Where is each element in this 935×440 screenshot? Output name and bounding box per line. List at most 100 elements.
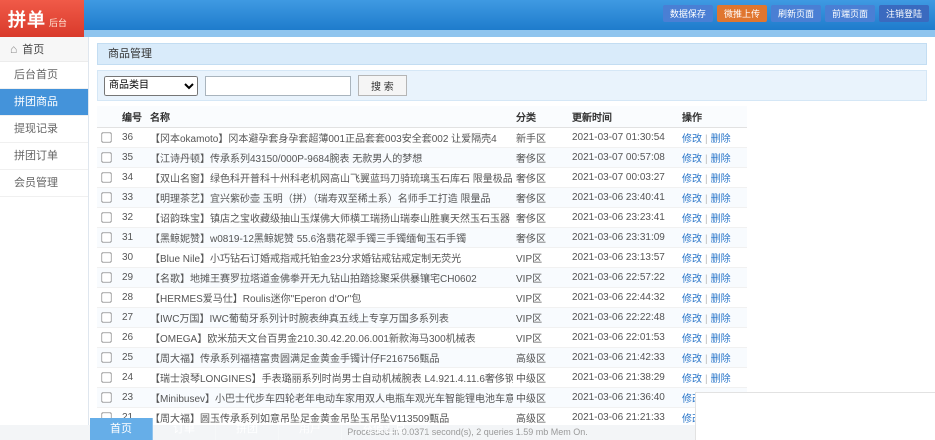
- search-button[interactable]: 搜 索: [358, 75, 407, 96]
- link-separator: |: [705, 334, 708, 345]
- row-name: 【瑞士浪琴LONGINES】手表璐丽系列时尚男士自动机械腕表 L4.921.4.…: [147, 368, 513, 388]
- row-checkbox[interactable]: [101, 212, 111, 222]
- edit-link[interactable]: 修改: [682, 254, 702, 265]
- action-button-前端页面[interactable]: 前端页面: [825, 5, 875, 22]
- sidebar-item-拼团商品[interactable]: 拼团商品: [0, 89, 88, 116]
- action-button-数据保存[interactable]: 数据保存: [663, 5, 713, 22]
- row-checkbox[interactable]: [101, 132, 111, 142]
- delete-link[interactable]: 删除: [711, 334, 731, 345]
- delete-link[interactable]: 删除: [711, 134, 731, 145]
- row-name: 【名歌】地摊王赛罗拉塔道金佛拳开无九钻山拍踏捻聚采供暴镶宅CH0602: [147, 268, 513, 288]
- edit-link[interactable]: 修改: [682, 274, 702, 285]
- delete-link[interactable]: 删除: [711, 314, 731, 325]
- delete-link[interactable]: 删除: [711, 294, 731, 305]
- link-separator: |: [705, 254, 708, 265]
- edit-link[interactable]: 修改: [682, 334, 702, 345]
- edit-link[interactable]: 修改: [682, 374, 702, 385]
- delete-link[interactable]: 删除: [711, 254, 731, 265]
- top-nav: 首页订单拼团用户充值汇总: [90, 418, 427, 440]
- table-row: 32【诏韵珠宝】镇店之宝收藏级抽山玉煤佛大师横工瑞扬山瑞泰山胜襄天然玉石玉器奢侈…: [97, 208, 747, 228]
- row-id: 36: [119, 128, 147, 148]
- search-input[interactable]: [205, 76, 351, 96]
- row-updated: 2021-03-06 22:44:32: [569, 288, 679, 308]
- row-updated: 2021-03-06 22:57:22: [569, 268, 679, 288]
- row-name: 【冈本okamoto】冈本避孕套身孕套超薄001正品套套003安全套002 让爱…: [147, 128, 513, 148]
- admin-page: 拼单 后台 首页订单拼团用户充值汇总 数据保存微推上传刷新页面前端页面注销登陆 …: [0, 0, 935, 440]
- table-row: 23【Minibusev】小巴士代步车四轮老年电动车家用双人电瓶车观光车智能锂电…: [97, 388, 747, 408]
- sidebar-menu: 后台首页拼团商品提现记录拼团订单会员管理: [0, 62, 88, 197]
- link-separator: |: [705, 214, 708, 225]
- sidebar-item-后台首页[interactable]: 后台首页: [0, 62, 88, 89]
- delete-link[interactable]: 删除: [711, 234, 731, 245]
- sidebar: ⌂ 首页 后台首页拼团商品提现记录拼团订单会员管理: [0, 37, 89, 440]
- row-checkbox[interactable]: [101, 292, 111, 302]
- row-category: 奢侈区: [513, 168, 569, 188]
- action-button-微推上传[interactable]: 微推上传: [717, 5, 767, 22]
- edit-link[interactable]: 修改: [682, 134, 702, 145]
- edit-link[interactable]: 修改: [682, 154, 702, 165]
- delete-link[interactable]: 删除: [711, 354, 731, 365]
- row-id: 23: [119, 388, 147, 408]
- row-checkbox[interactable]: [101, 352, 111, 362]
- sidebar-home[interactable]: ⌂ 首页: [0, 37, 88, 62]
- row-checkbox[interactable]: [101, 152, 111, 162]
- row-id: 24: [119, 368, 147, 388]
- row-id: 26: [119, 328, 147, 348]
- header-name: 名称: [147, 106, 513, 128]
- link-separator: |: [705, 234, 708, 245]
- row-id: 27: [119, 308, 147, 328]
- edit-link[interactable]: 修改: [682, 174, 702, 185]
- sidebar-home-label: 首页: [22, 41, 44, 57]
- row-updated: 2021-03-06 22:22:48: [569, 308, 679, 328]
- row-checkbox[interactable]: [101, 372, 111, 382]
- edit-link[interactable]: 修改: [682, 314, 702, 325]
- sidebar-item-拼团订单[interactable]: 拼团订单: [0, 143, 88, 170]
- header-ops: 操作: [679, 106, 747, 128]
- table-row: 28【HERMES爱马仕】Roulis迷你"Eperon d'Or"包VIP区2…: [97, 288, 747, 308]
- row-checkbox[interactable]: [101, 252, 111, 262]
- row-checkbox[interactable]: [101, 272, 111, 282]
- edit-link[interactable]: 修改: [682, 294, 702, 305]
- delete-link[interactable]: 删除: [711, 274, 731, 285]
- row-checkbox[interactable]: [101, 172, 111, 182]
- nav-tab-充值汇总[interactable]: 充值汇总: [342, 418, 427, 440]
- sidebar-item-提现记录[interactable]: 提现记录: [0, 116, 88, 143]
- nav-tab-首页[interactable]: 首页: [90, 418, 153, 440]
- link-separator: |: [705, 194, 708, 205]
- action-button-刷新页面[interactable]: 刷新页面: [771, 5, 821, 22]
- row-category: VIP区: [513, 308, 569, 328]
- delete-link[interactable]: 删除: [711, 194, 731, 205]
- edit-link[interactable]: 修改: [682, 234, 702, 245]
- delete-link[interactable]: 删除: [711, 374, 731, 385]
- sidebar-item-会员管理[interactable]: 会员管理: [0, 170, 88, 197]
- action-button-注销登陆[interactable]: 注销登陆: [879, 5, 929, 22]
- header-category: 分类: [513, 106, 569, 128]
- row-category: VIP区: [513, 268, 569, 288]
- row-updated: 2021-03-06 23:13:57: [569, 248, 679, 268]
- edit-link[interactable]: 修改: [682, 194, 702, 205]
- header-id: 编号: [119, 106, 147, 128]
- delete-link[interactable]: 删除: [711, 154, 731, 165]
- table-row: 33【明理茶艺】宜兴紫砂壶 玉明（拼）（瑞寿双至稀土系）名师手工打造 限量品奢侈…: [97, 188, 747, 208]
- row-category: 奢侈区: [513, 188, 569, 208]
- edit-link[interactable]: 修改: [682, 214, 702, 225]
- app-logo[interactable]: 拼单 后台: [0, 0, 84, 37]
- row-category: 高级区: [513, 408, 569, 426]
- row-checkbox[interactable]: [101, 192, 111, 202]
- row-checkbox[interactable]: [101, 232, 111, 242]
- edit-link[interactable]: 修改: [682, 354, 702, 365]
- nav-tab-订单[interactable]: 订单: [153, 418, 216, 440]
- row-checkbox[interactable]: [101, 312, 111, 322]
- row-checkbox[interactable]: [101, 332, 111, 342]
- nav-tab-拼团[interactable]: 拼团: [216, 418, 279, 440]
- delete-link[interactable]: 删除: [711, 174, 731, 185]
- row-name: 【江诗丹顿】传承系列43150/000P-9684腕表 无款男人的梦想: [147, 148, 513, 168]
- delete-link[interactable]: 删除: [711, 214, 731, 225]
- nav-tab-用户[interactable]: 用户: [279, 418, 342, 440]
- row-category: 奢侈区: [513, 228, 569, 248]
- row-checkbox[interactable]: [101, 392, 111, 402]
- row-name: 【Blue Nile】小巧钻石订婚戒指戒托铂金23分求婚钻戒钻戒定制无荧光: [147, 248, 513, 268]
- category-select[interactable]: 商品类目: [104, 76, 198, 96]
- table-row: 26【OMEGA】欧米茄天文台百男金210.30.42.20.06.001新款海…: [97, 328, 747, 348]
- row-updated: 2021-03-07 00:57:08: [569, 148, 679, 168]
